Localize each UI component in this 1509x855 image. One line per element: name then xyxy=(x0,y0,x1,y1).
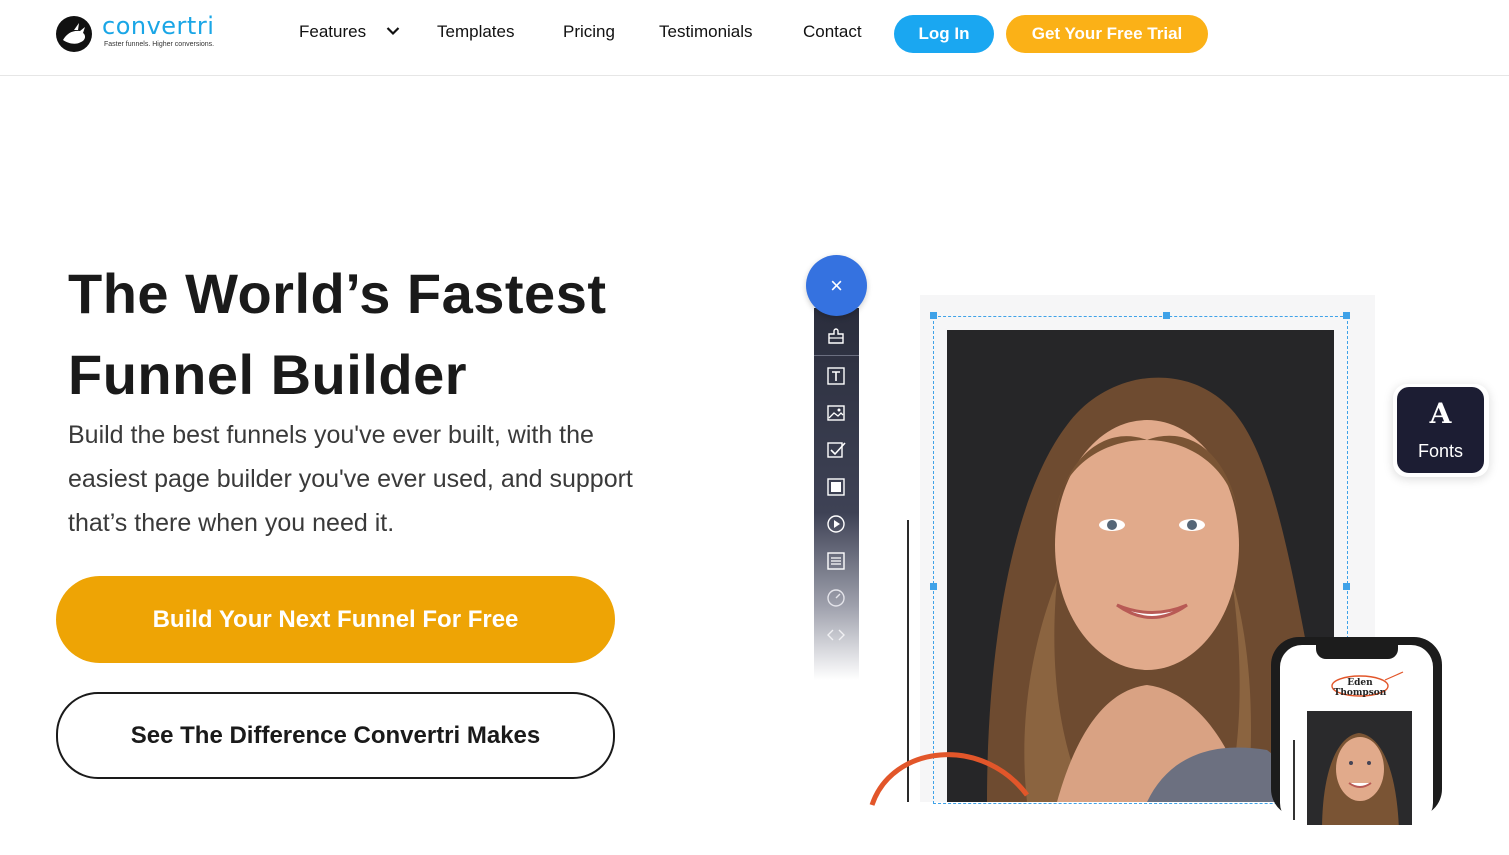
list-icon[interactable] xyxy=(826,551,846,571)
rabbit-logo-icon xyxy=(56,16,92,52)
phone-notch xyxy=(1316,645,1398,659)
build-funnel-button[interactable]: Build Your Next Funnel For Free xyxy=(56,576,615,663)
see-difference-button[interactable]: See The Difference Convertri Makes xyxy=(56,692,615,779)
nav-contact[interactable]: Contact xyxy=(803,22,862,42)
editor-toolbar xyxy=(814,308,859,680)
image-icon[interactable] xyxy=(826,403,846,423)
login-button[interactable]: Log In xyxy=(894,15,994,53)
timer-icon[interactable] xyxy=(826,588,846,608)
video-icon[interactable] xyxy=(826,514,846,534)
resize-handle[interactable] xyxy=(1343,312,1350,319)
phone-guide-line xyxy=(1293,740,1295,820)
phone-screen: Eden Thompson xyxy=(1280,645,1433,825)
font-glyph-icon: A xyxy=(1429,397,1452,430)
site-header: convertri Faster funnels. Higher convers… xyxy=(0,0,1509,76)
nav-templates[interactable]: Templates xyxy=(437,22,514,42)
chevron-down-icon[interactable] xyxy=(386,26,400,36)
logo-wordmark: convertri xyxy=(102,12,215,40)
text-icon[interactable] xyxy=(826,366,846,386)
resize-handle[interactable] xyxy=(930,312,937,319)
puzzle-icon[interactable] xyxy=(826,326,846,346)
phone-name-text: Eden Thompson xyxy=(1333,678,1387,698)
box-icon[interactable] xyxy=(826,477,846,497)
fonts-label: Fonts xyxy=(1417,441,1464,461)
logo-tagline: Faster funnels. Higher conversions. xyxy=(104,41,215,48)
convertri-logo[interactable]: convertri Faster funnels. Higher convers… xyxy=(56,12,226,54)
phone-portrait-photo xyxy=(1307,711,1412,825)
fonts-widget[interactable]: A Fonts xyxy=(1393,384,1489,477)
nav-testimonials[interactable]: Testimonials xyxy=(659,22,753,42)
resize-handle[interactable] xyxy=(1343,583,1350,590)
nav-pricing[interactable]: Pricing xyxy=(563,22,615,42)
checkbox-icon[interactable] xyxy=(826,440,846,460)
decorative-arc xyxy=(869,752,1029,806)
hero-title: The World’s Fastest Funnel Builder xyxy=(68,262,607,406)
toolbar-divider xyxy=(814,355,859,356)
resize-handle[interactable] xyxy=(930,583,937,590)
close-toolbar-button[interactable]: × xyxy=(806,255,867,316)
free-trial-button[interactable]: Get Your Free Trial xyxy=(1006,15,1208,53)
resize-handle[interactable] xyxy=(1163,312,1170,319)
code-icon[interactable] xyxy=(826,625,846,645)
phone-mockup: Eden Thompson xyxy=(1271,637,1442,825)
fonts-widget-inner: A Fonts xyxy=(1397,387,1484,473)
hero-subtitle: Build the best funnels you've ever built… xyxy=(68,421,633,537)
nav-features[interactable]: Features xyxy=(299,22,366,42)
